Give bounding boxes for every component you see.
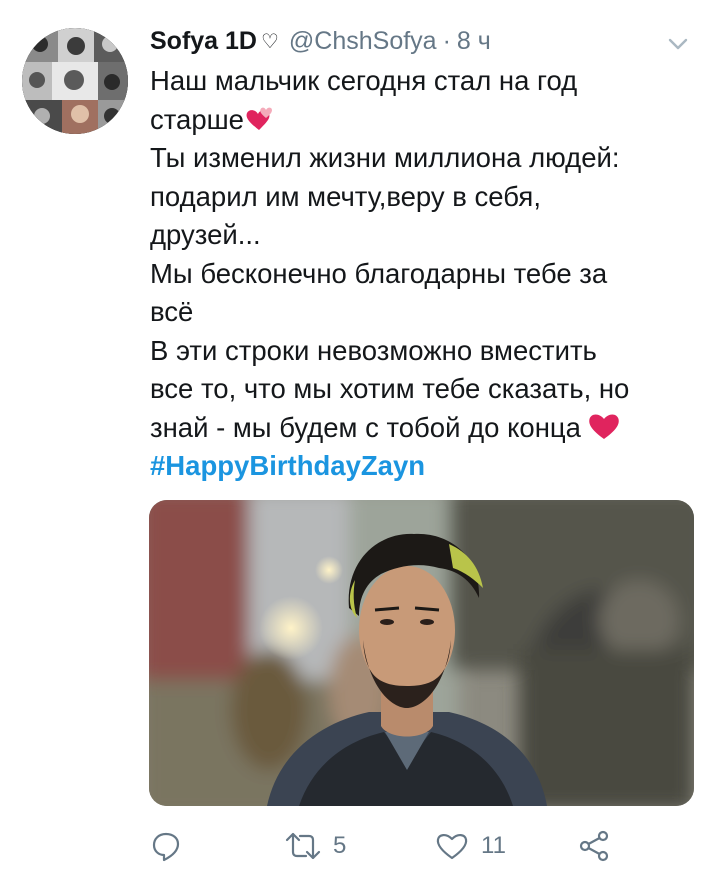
- two-hearts-emoji-icon: [244, 104, 274, 130]
- separator: ·: [442, 26, 451, 55]
- retweet-button[interactable]: 5: [285, 826, 346, 866]
- chevron-down-icon[interactable]: [666, 32, 690, 56]
- tweet-text: Наш мальчик сегодня стал на год старше Т…: [150, 62, 690, 486]
- tweet[interactable]: Sofya 1D ♡ @ChshSofya · 8 ч Наш мальчик …: [0, 0, 714, 870]
- avatar-collage-image: [22, 28, 128, 134]
- photo-image: [149, 500, 694, 806]
- tweet-line: Ты изменил жизни миллиона людей:: [150, 142, 620, 173]
- retweet-count: 5: [333, 832, 347, 859]
- tweet-actions: 5 11: [150, 826, 690, 866]
- tweet-line: знай - мы будем с тобой до конца: [150, 411, 581, 443]
- tweet-line: Наш мальчик сегодня стал на год: [150, 65, 578, 96]
- share-icon: [578, 830, 610, 862]
- author-handle[interactable]: @ChshSofya: [289, 27, 437, 56]
- red-heart-emoji-icon: [587, 411, 621, 441]
- tweet-line-with-emoji: старше: [150, 101, 690, 140]
- avatar[interactable]: [22, 28, 128, 134]
- tweet-line: подарил им мечту,веру в себя,: [150, 180, 541, 212]
- reply-button[interactable]: [150, 826, 182, 866]
- hashtag-link[interactable]: #HappyBirthdayZayn: [150, 447, 690, 486]
- tweet-line: друзей...: [150, 219, 261, 250]
- retweet-icon: [285, 831, 321, 861]
- reply-icon: [150, 830, 182, 862]
- tweet-line: все то, что мы хотим тебе сказать, но: [150, 373, 630, 404]
- tweet-line: всё: [150, 296, 194, 327]
- tweet-line: старше: [150, 103, 244, 135]
- author-name-symbol: ♡: [260, 30, 279, 53]
- like-icon: [435, 831, 469, 861]
- like-button[interactable]: 11: [435, 826, 506, 866]
- tweet-line: Мы бесконечно благодарны тебе за: [150, 257, 608, 289]
- tweet-photo[interactable]: [149, 500, 694, 806]
- author-name[interactable]: Sofya 1D: [150, 27, 257, 56]
- tweet-line-with-emoji: знай - мы будем с тобой до конца: [150, 409, 690, 448]
- timestamp[interactable]: 8 ч: [457, 27, 491, 56]
- tweet-line: В эти строки невозможно вместить: [150, 334, 597, 366]
- like-count: 11: [481, 832, 506, 859]
- share-button[interactable]: [578, 826, 610, 866]
- tweet-header: Sofya 1D ♡ @ChshSofya · 8 ч: [150, 24, 491, 58]
